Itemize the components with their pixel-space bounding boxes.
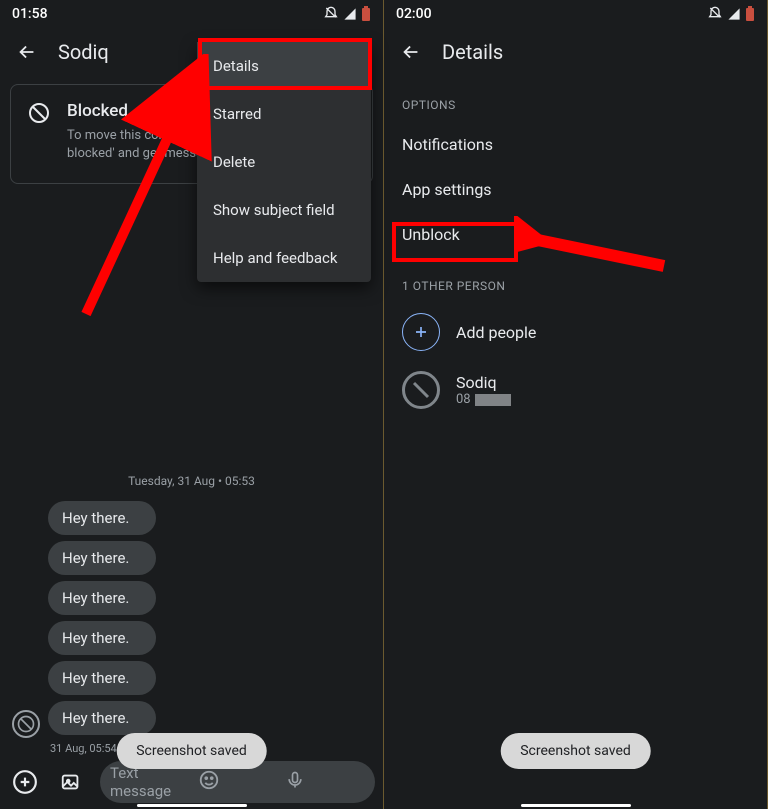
menu-show-subject[interactable]: Show subject field [197,186,371,234]
add-people-label: Add people [456,323,536,342]
clock: 01:58 [12,6,48,22]
person-row[interactable]: Sodiq 08 [384,361,767,419]
clock: 02:00 [396,6,432,22]
add-people-icon [402,313,440,351]
message-bubble[interactable]: Hey there. [48,661,156,695]
back-icon[interactable] [16,41,38,63]
gesture-bar [137,804,247,807]
page-title: Details [442,40,503,64]
status-bar: 01:58 x [0,0,383,28]
message-bubble[interactable]: Hey there. [48,541,156,575]
toast: Screenshot saved [500,733,651,769]
other-person-header: 1 OTHER PERSON [384,257,767,303]
phone-right: 02:00 Details OPTIONS Notifications App … [384,0,768,809]
do-not-disturb-icon [323,6,339,22]
redacted-number [475,394,511,406]
emoji-icon[interactable] [198,769,278,795]
gesture-bar [521,804,631,807]
blocked-icon [27,101,51,163]
person-blocked-icon [402,371,440,409]
toast: Screenshot saved [116,733,267,769]
message-bubble[interactable]: Hey there. [48,581,156,615]
options-header: OPTIONS [384,76,767,122]
svg-text:x: x [347,9,350,15]
overflow-menu: Details Starred Delete Show subject fiel… [197,42,371,282]
do-not-disturb-icon [707,6,723,22]
menu-help[interactable]: Help and feedback [197,234,371,282]
add-people-row[interactable]: Add people [384,303,767,361]
message-bubble[interactable]: Hey there. [48,621,156,655]
message-list: Tuesday, 31 Aug • 05:53 Hey there. Hey t… [0,468,383,755]
message-bubble[interactable]: Hey there. [48,701,156,735]
signal-icon [727,7,741,21]
status-bar: 02:00 [384,0,767,28]
battery-icon [745,6,755,22]
signal-icon: x [343,7,357,21]
option-unblock[interactable]: Unblock [384,212,767,257]
message-bubble[interactable]: Hey there. [48,501,156,535]
phone-left: 01:58 x Sodiq Blocked To move this conve… [0,0,384,809]
menu-details[interactable]: Details [197,42,371,90]
sender-avatar-icon [12,710,40,738]
placeholder-text: Text message [110,764,190,800]
person-number: 08 [456,392,511,407]
menu-delete[interactable]: Delete [197,138,371,186]
battery-icon [361,6,371,22]
option-app-settings[interactable]: App settings [384,167,767,212]
gallery-icon[interactable] [54,765,88,799]
chat-title: Sodiq [58,40,109,64]
mic-icon[interactable] [285,770,365,794]
person-name: Sodiq [456,373,511,392]
app-bar: Details [384,28,767,76]
date-stamp: Tuesday, 31 Aug • 05:53 [10,474,373,488]
back-icon[interactable] [400,41,422,63]
status-icons: x [323,6,371,22]
add-button[interactable] [8,765,42,799]
option-notifications[interactable]: Notifications [384,122,767,167]
menu-starred[interactable]: Starred [197,90,371,138]
status-icons [707,6,755,22]
